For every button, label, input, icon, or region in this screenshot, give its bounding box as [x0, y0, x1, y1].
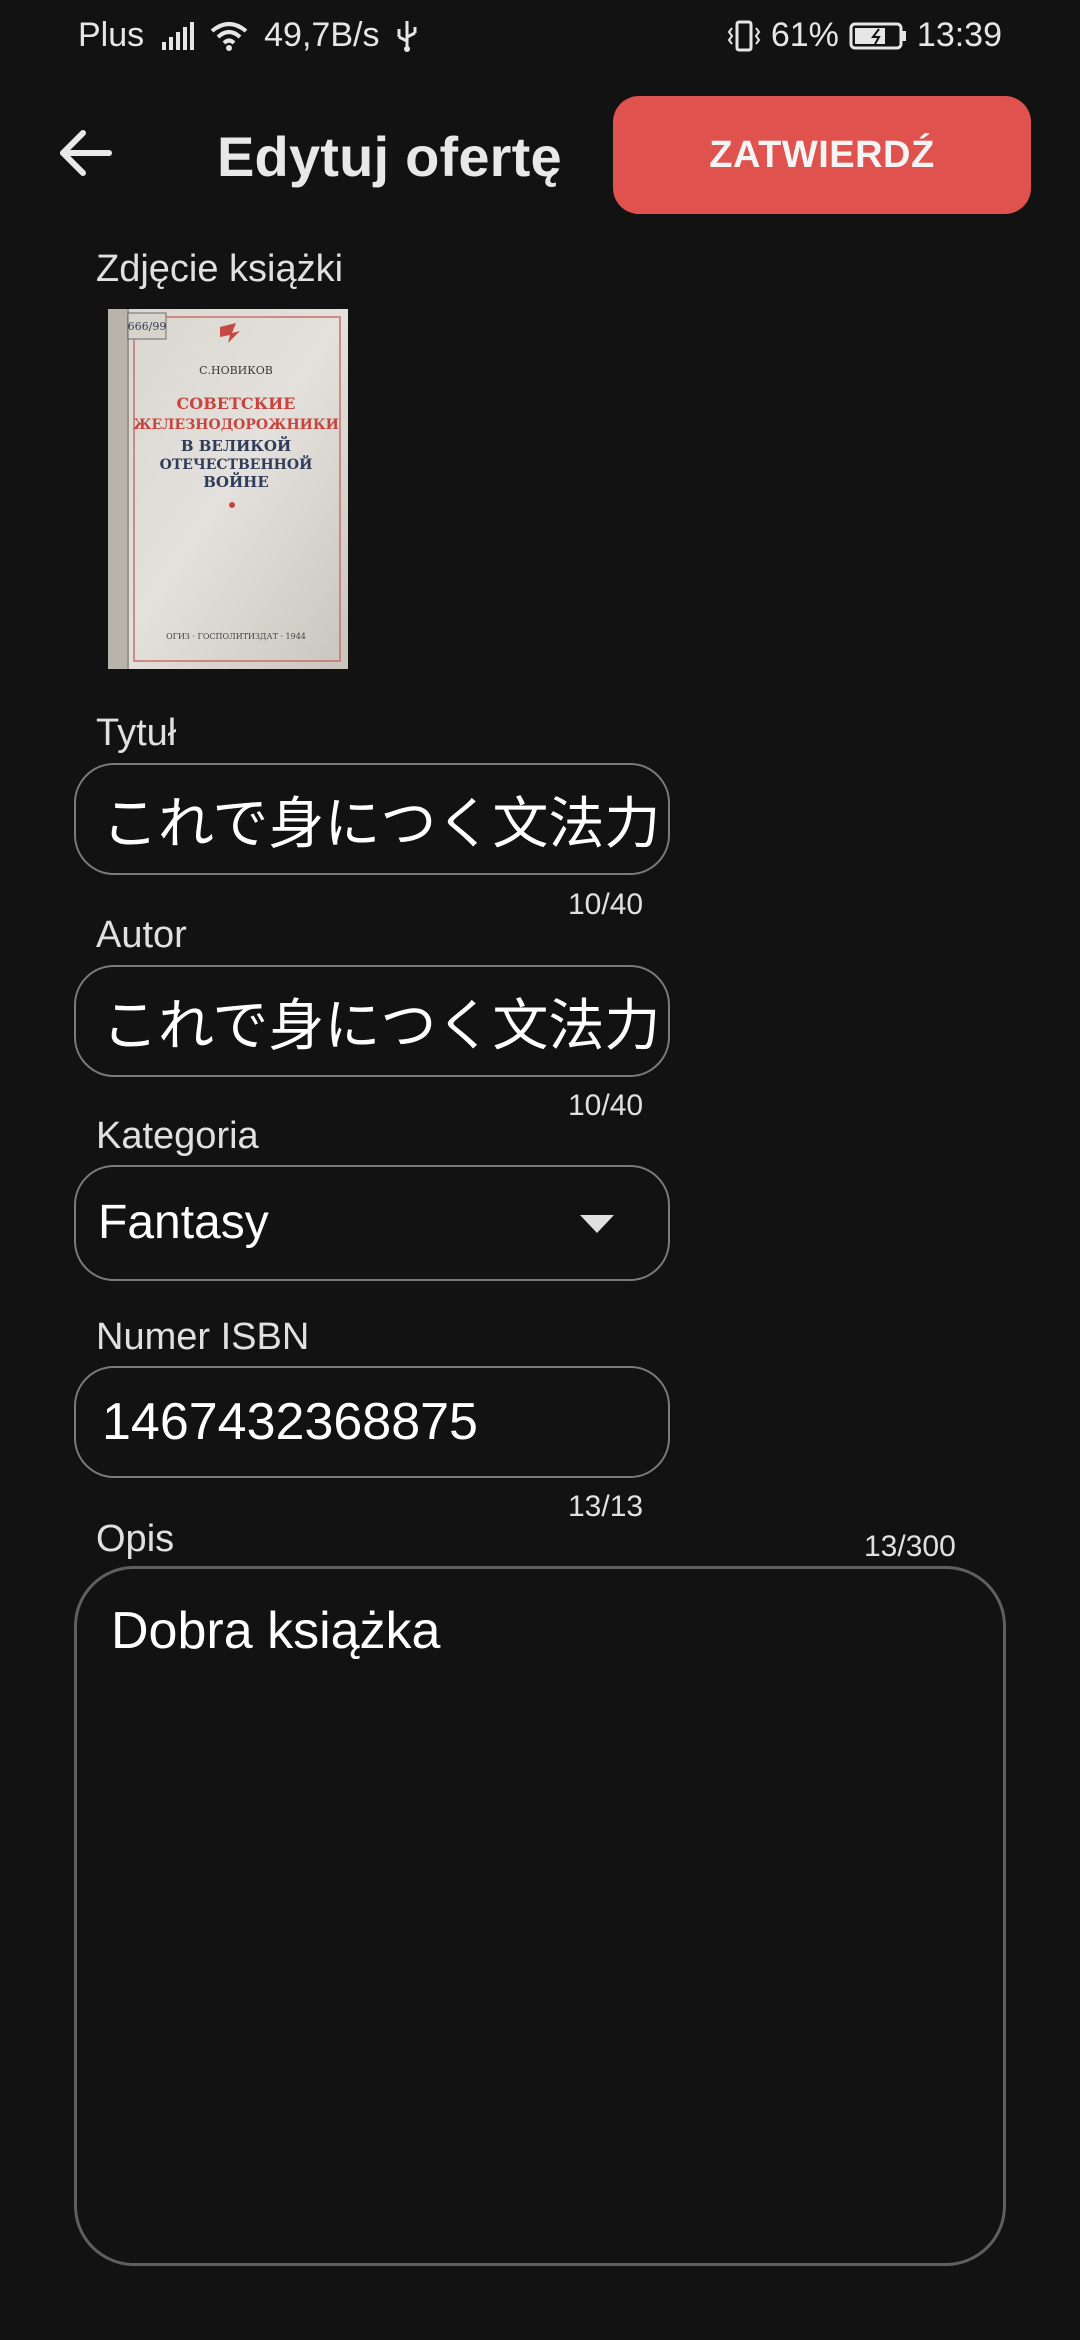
- confirm-button[interactable]: ZATWIERDŹ: [613, 96, 1031, 214]
- page-title: Edytuj ofertę: [217, 125, 562, 188]
- cover-title-dark-2: ОТЕЧЕСТВЕННОЙ: [160, 454, 313, 473]
- category-label: Kategoria: [96, 1115, 259, 1157]
- author-input[interactable]: これで身につく文法力: [74, 965, 670, 1077]
- title-label: Tytuł: [96, 712, 177, 754]
- net-speed: 49,7B/s: [264, 16, 380, 54]
- cover-stamp: 666/99: [128, 320, 167, 333]
- category-value: Fantasy: [98, 1196, 269, 1249]
- cover-title-red-2: ЖЕЛЕЗНОДОРОЖНИКИ: [133, 417, 339, 433]
- dropdown-caret-icon: [580, 1215, 614, 1238]
- usb-icon: [395, 19, 419, 53]
- clock: 13:39: [916, 16, 1002, 54]
- description-counter: 13/300: [864, 1530, 956, 1563]
- cover-publisher: ОГИЗ · ГОСПОЛИТИЗДАТ · 1944: [166, 632, 306, 641]
- carrier-name: Plus: [78, 16, 145, 54]
- status-bar-left: Plus 49,7B/s: [78, 16, 419, 55]
- isbn-input[interactable]: 1467432368875: [74, 1366, 670, 1478]
- title-input[interactable]: これで身につく文法力: [74, 763, 670, 875]
- battery-icon: [849, 21, 907, 51]
- description-label: Opis: [96, 1518, 175, 1560]
- cover-author: С.НОВИКОВ: [199, 364, 273, 377]
- book-photo[interactable]: 666/99 С.НОВИКОВ СОВЕТСКИЕ ЖЕЛЕЗНОДОРОЖН…: [108, 309, 348, 669]
- isbn-label: Numer ISBN: [96, 1316, 310, 1358]
- vibrate-icon: [727, 20, 761, 52]
- cover-title-red-1: СОВЕТСКИЕ: [177, 394, 296, 413]
- cover-title-dark-1: В ВЕЛИКОЙ: [181, 436, 291, 455]
- arrow-left-icon: [57, 129, 113, 182]
- signal-icon: [160, 21, 195, 50]
- wifi-icon: [210, 21, 248, 51]
- description-textarea[interactable]: Dobra książka: [74, 1566, 1006, 2266]
- author-counter: 10/40: [568, 1089, 644, 1122]
- back-button[interactable]: [50, 120, 120, 190]
- status-bar: Plus 49,7B/s 61% 13:39: [0, 0, 1080, 72]
- status-bar-right: 61% 13:39: [727, 16, 1002, 55]
- isbn-counter: 13/13: [568, 1490, 644, 1523]
- photo-label: Zdjęcie książki: [96, 248, 344, 290]
- author-label: Autor: [96, 914, 187, 956]
- title-counter: 10/40: [568, 888, 644, 921]
- book-cover-image: 666/99 С.НОВИКОВ СОВЕТСКИЕ ЖЕЛЕЗНОДОРОЖН…: [108, 309, 348, 669]
- category-dropdown[interactable]: Fantasy: [74, 1165, 670, 1281]
- cover-title-dark-3: ВОЙНЕ: [203, 472, 269, 491]
- battery-percent: 61%: [770, 16, 839, 54]
